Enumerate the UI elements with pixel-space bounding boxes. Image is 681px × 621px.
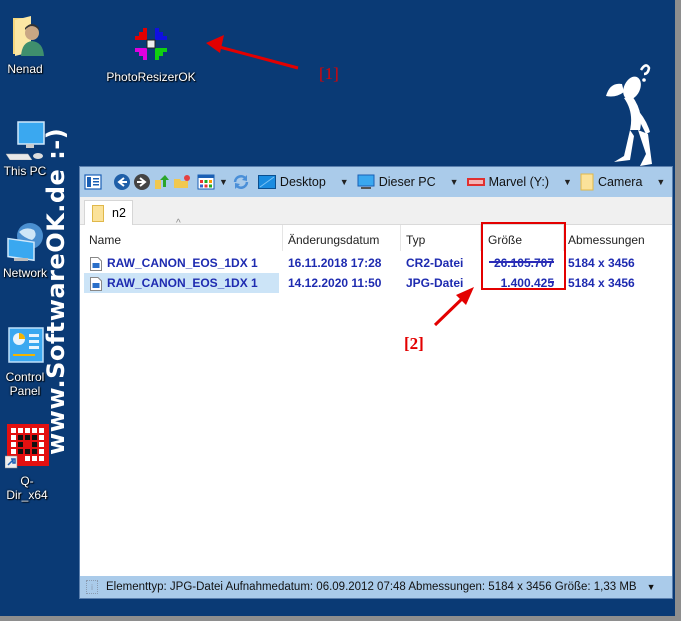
breadcrumb-dropdown-icon[interactable]: ▼ <box>656 177 665 187</box>
desktop-icon-label: Network <box>2 266 47 280</box>
view-mode-dropdown-icon[interactable]: ▼ <box>219 177 228 187</box>
tab-bar: n2 <box>80 197 672 225</box>
file-name-cell: RAW_CANON_EOS_1DX 1 <box>90 273 258 293</box>
annotation-label-1: [1] <box>319 64 339 83</box>
control-panel-icon <box>8 327 44 363</box>
annotation-label-2: [2] <box>404 334 424 353</box>
status-text: Elementtyp: JPG-Datei Aufnahmedatum: 06.… <box>106 581 637 593</box>
breadcrumb-label: Camera <box>597 175 643 189</box>
desktop-icon-label: PhotoResizerOK <box>106 70 196 84</box>
user-folder-icon <box>13 16 44 56</box>
up-folder-icon[interactable] <box>153 171 171 193</box>
network-icon <box>7 223 43 262</box>
status-dropdown-icon[interactable]: ▼ <box>647 582 656 592</box>
new-folder-icon[interactable] <box>173 171 191 193</box>
view-pane-icon[interactable] <box>84 171 102 193</box>
annotation-arrow-2 <box>433 287 474 327</box>
desktop-icon-nenad[interactable]: Nenad <box>0 14 50 76</box>
back-icon[interactable] <box>113 171 131 193</box>
breadcrumb-label: Marvel (Y:) <box>488 175 550 189</box>
folder-icon <box>92 204 104 222</box>
column-header-row: ^ Name Änderungsdatum Typ Größe Abmessun… <box>80 218 672 253</box>
column-header-name[interactable]: Name <box>84 225 284 253</box>
tab-n2[interactable]: n2 <box>84 200 133 225</box>
file-name: RAW_CANON_EOS_1DX 1 <box>107 256 258 270</box>
image-file-icon <box>90 276 102 291</box>
file-date: 16.11.2018 17:28 <box>288 256 382 270</box>
file-type: CR2-Datei <box>406 256 464 270</box>
photoresizer-icon <box>135 28 167 60</box>
breadcrumb-desktop[interactable]: Desktop <box>257 175 326 189</box>
breadcrumb-label: Desktop <box>279 175 326 189</box>
breadcrumb-marvel[interactable]: Marvel (Y:) <box>466 175 550 189</box>
tab-label: n2 <box>112 206 126 220</box>
breadcrumb-camera[interactable]: Camera <box>580 173 642 191</box>
file-name: RAW_CANON_EOS_1DX 1 <box>107 276 258 290</box>
status-bar: i Elementtyp: JPG-Datei Aufnahmedatum: 0… <box>80 576 672 598</box>
explorer-window: ▼ Desktop ▼ Dieser PC ▼ Marvel (Y:) ▼ Ca… <box>79 166 673 599</box>
image-file-icon <box>90 256 102 271</box>
column-header-date[interactable]: Änderungsdatum <box>283 225 401 253</box>
file-row-selected[interactable]: RAW_CANON_EOS_1DX 1 14.12.2020 11:50 JPG… <box>80 273 672 293</box>
breadcrumb-dieser-pc[interactable]: Dieser PC <box>357 174 436 190</box>
breadcrumb-dropdown-icon[interactable]: ▼ <box>450 177 459 187</box>
toolbar: ▼ Desktop ▼ Dieser PC ▼ Marvel (Y:) ▼ Ca… <box>80 167 672 197</box>
file-row[interactable]: RAW_CANON_EOS_1DX 1 16.11.2018 17:28 CR2… <box>80 253 672 273</box>
computer-icon <box>5 121 45 160</box>
column-header-type[interactable]: Typ <box>401 225 481 253</box>
forward-icon[interactable] <box>133 171 151 193</box>
computer-icon <box>357 174 375 189</box>
size-highlight-box <box>481 222 566 290</box>
file-dims: 5184 x 3456 <box>568 256 635 270</box>
info-icon: i <box>86 580 98 594</box>
thinking-figure-icon <box>606 64 652 166</box>
desktop-icon-label: This PC <box>3 164 47 178</box>
breadcrumb-dropdown-icon[interactable]: ▼ <box>340 177 349 187</box>
file-dims: 5184 x 3456 <box>568 276 635 290</box>
breadcrumb-dropdown-icon[interactable]: ▼ <box>563 177 572 187</box>
folder-icon <box>580 173 594 191</box>
watermark-text: www.SoftwareOK.de :-) <box>42 127 70 455</box>
view-mode-icon[interactable] <box>197 171 215 193</box>
desktop-icon-label: Q-Dir_x64 <box>6 474 48 502</box>
desktop-icon-label: Nenad <box>7 62 43 76</box>
drive-icon <box>466 178 485 186</box>
column-header-dims[interactable]: Abmessungen <box>563 225 663 253</box>
desktop-icon-photoresizerok[interactable]: PhotoResizerOK <box>105 22 197 84</box>
file-date: 14.12.2020 11:50 <box>288 276 382 290</box>
file-name-cell: RAW_CANON_EOS_1DX 1 <box>90 253 258 273</box>
desktop-icon <box>257 175 276 189</box>
annotation-arrow-1 <box>206 35 299 70</box>
breadcrumb-label: Dieser PC <box>378 175 436 189</box>
refresh-icon[interactable] <box>232 171 250 193</box>
